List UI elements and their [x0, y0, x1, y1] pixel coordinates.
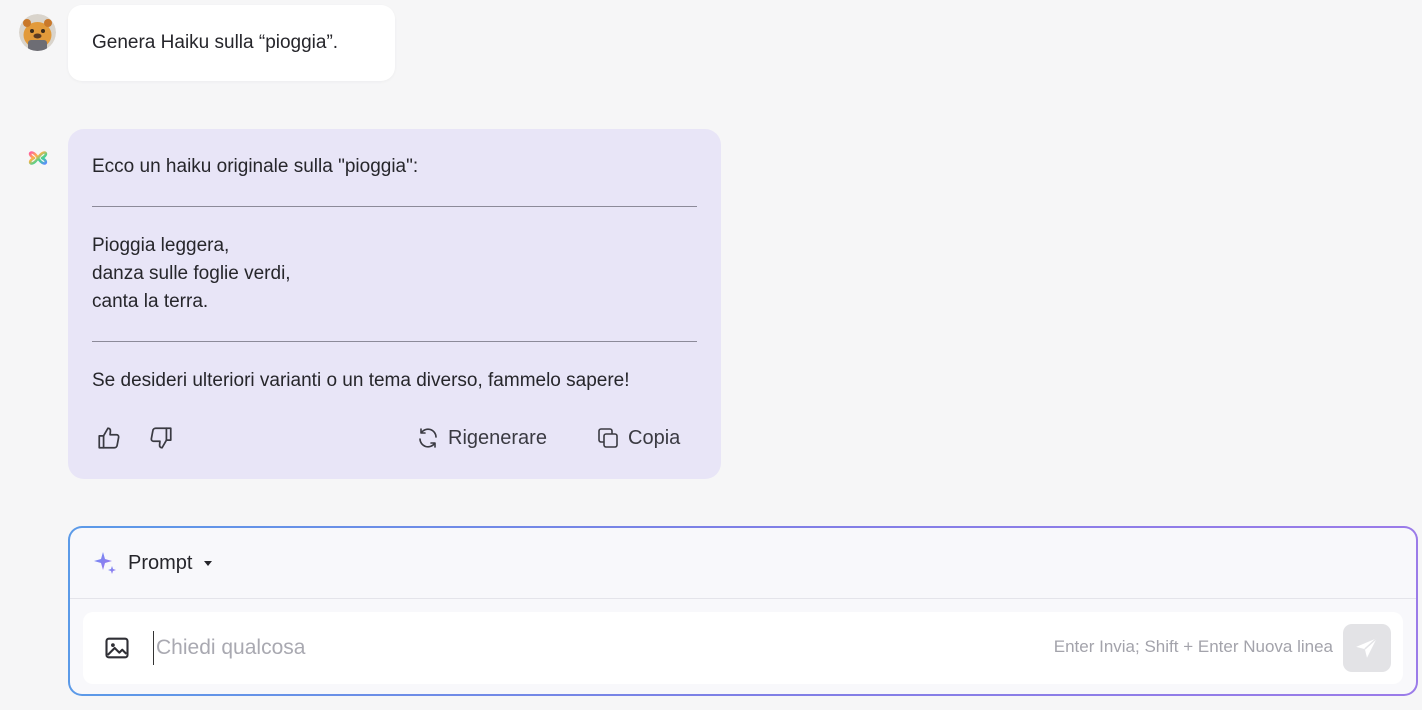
image-upload-button[interactable] [103, 634, 131, 662]
copy-button[interactable]: Copia [596, 425, 680, 451]
input-row: Enter Invia; Shift + Enter Nuova linea [83, 612, 1403, 684]
regenerate-label: Rigenerare [448, 426, 547, 449]
multicolor-flower-logo-icon [28, 151, 48, 165]
user-message-text: Genera Haiku sulla “pioggia”. [92, 32, 339, 53]
assistant-intro-text: Ecco un haiku originale sulla "pioggia": [92, 156, 419, 177]
assistant-message-bubble: Ecco un haiku originale sulla "pioggia":… [68, 129, 721, 479]
prompt-bar: Prompt [70, 528, 1416, 599]
beaver-avatar-icon [19, 14, 56, 51]
user-message-bubble: Genera Haiku sulla “pioggia”. [68, 5, 395, 81]
divider [92, 206, 697, 207]
like-button[interactable] [96, 425, 122, 451]
dislike-button[interactable] [148, 425, 174, 451]
thumbs-up-icon [98, 427, 120, 449]
image-upload-icon [105, 637, 129, 659]
sparkle-icon [94, 552, 116, 574]
user-avatar [19, 14, 56, 51]
caret-down-icon [204, 561, 213, 566]
haiku-line: canta la terra. [92, 291, 209, 312]
chat-input[interactable] [153, 631, 956, 665]
send-button[interactable] [1343, 624, 1391, 672]
keyboard-hint: Enter Invia; Shift + Enter Nuova linea [1053, 637, 1333, 656]
assistant-logo [26, 146, 50, 170]
refresh-icon [419, 428, 437, 448]
assistant-outro-text: Se desideri ulteriori varianti o un tema… [92, 370, 630, 391]
thumbs-down-icon [150, 427, 172, 449]
haiku-line: danza sulle foglie verdi, [92, 263, 291, 284]
divider [92, 341, 697, 342]
message-actions: Rigenerare Copia [68, 425, 721, 457]
prompt-selector[interactable]: Prompt [92, 550, 214, 576]
chat-composer: Prompt Enter Invia; Shift + Enter Nuova … [68, 526, 1418, 696]
prompt-label: Prompt [128, 551, 193, 574]
regenerate-button[interactable]: Rigenerare [416, 425, 547, 451]
paper-plane-icon [1356, 637, 1378, 658]
copy-label: Copia [628, 426, 681, 449]
copy-icon [598, 428, 618, 448]
haiku-block: Pioggia leggera, danza sulle foglie verd… [92, 232, 697, 316]
haiku-line: Pioggia leggera, [92, 235, 230, 256]
